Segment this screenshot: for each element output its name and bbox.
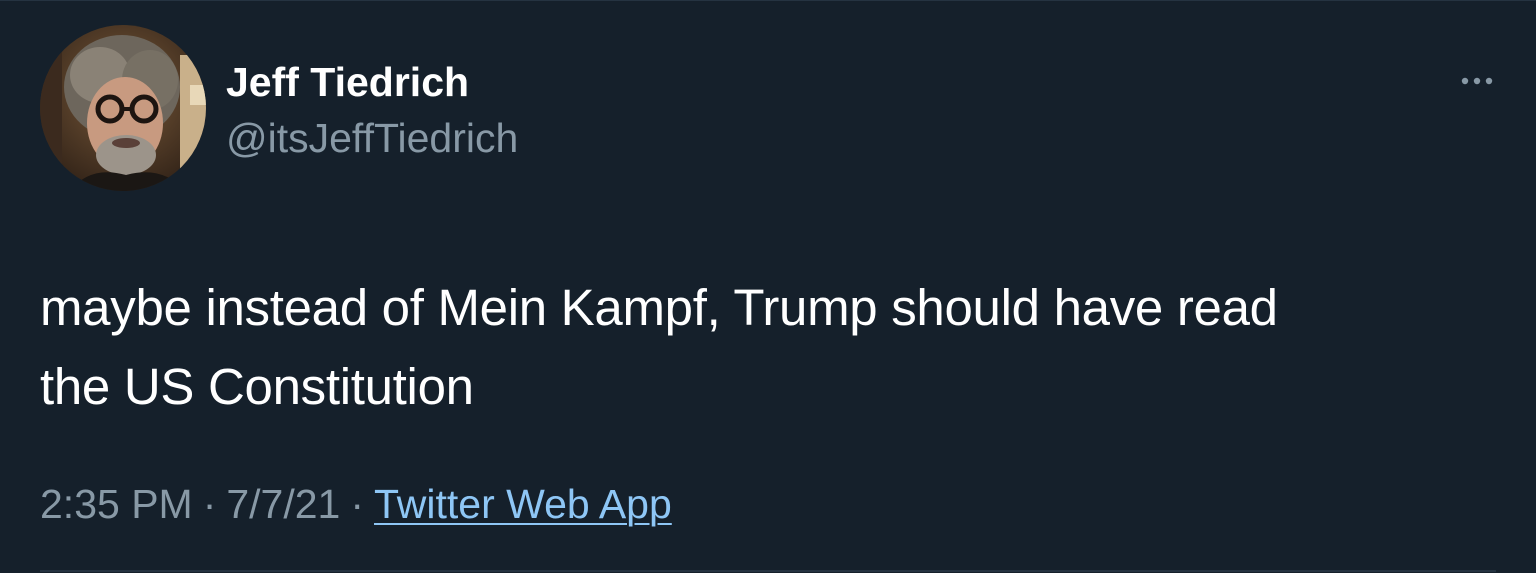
- tweet-text-line: the US Constitution: [40, 358, 474, 415]
- avatar-photo: [40, 25, 206, 191]
- author-display-name[interactable]: Jeff Tiedrich: [226, 58, 469, 106]
- tweet-text-line: maybe instead of Mein Kampf, Trump shoul…: [40, 279, 1278, 336]
- separator: ·: [350, 481, 365, 527]
- tweet-text: maybe instead of Mein Kampf, Trump shoul…: [40, 268, 1480, 426]
- more-options-button[interactable]: [1454, 58, 1500, 104]
- more-horizontal-icon: [1461, 77, 1493, 85]
- source-link[interactable]: Twitter Web App: [374, 481, 672, 527]
- top-divider: [0, 0, 1536, 1]
- tweet-metadata: 2:35 PM · 7/7/21 · Twitter Web App: [40, 478, 672, 530]
- avatar[interactable]: [40, 25, 206, 191]
- separator: ·: [202, 481, 217, 527]
- tweet-card: Jeff Tiedrich @itsJeffTiedrich maybe ins…: [0, 0, 1536, 573]
- bottom-divider: [40, 570, 1496, 572]
- author-handle[interactable]: @itsJeffTiedrich: [226, 114, 518, 162]
- tweet-time[interactable]: 2:35 PM: [40, 481, 193, 527]
- tweet-date[interactable]: 7/7/21: [226, 481, 340, 527]
